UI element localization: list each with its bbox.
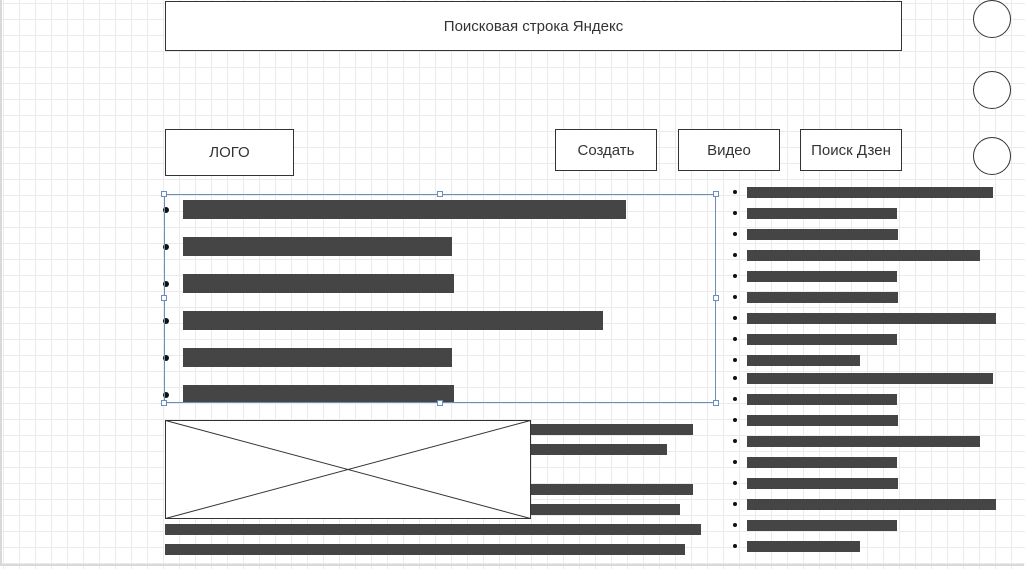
resize-handle[interactable]	[437, 191, 443, 197]
list-bullet	[733, 253, 737, 257]
search-bar[interactable]: Поисковая строка Яндекс	[165, 1, 902, 51]
text-line-placeholder	[747, 415, 898, 426]
text-line-placeholder	[747, 313, 996, 324]
text-line-placeholder	[531, 504, 680, 515]
text-line-placeholder	[747, 208, 897, 219]
text-line-placeholder	[747, 355, 860, 366]
circle-icon[interactable]	[973, 71, 1011, 109]
list-bullet	[733, 337, 737, 341]
list-bullet	[733, 397, 737, 401]
list-bullet	[733, 358, 737, 362]
text-line-placeholder	[747, 250, 980, 261]
resize-handle[interactable]	[713, 295, 719, 301]
list-bullet	[733, 274, 737, 278]
logo-label: ЛОГО	[209, 144, 250, 161]
resize-handle[interactable]	[713, 400, 719, 406]
list-bullet	[733, 316, 737, 320]
resize-handle[interactable]	[161, 295, 167, 301]
text-line-placeholder	[747, 520, 897, 531]
list-bullet	[733, 295, 737, 299]
resize-handle[interactable]	[161, 191, 167, 197]
image-placeholder-icon	[165, 420, 531, 519]
resize-handle[interactable]	[161, 400, 167, 406]
logo-box: ЛОГО	[165, 129, 294, 176]
text-line-placeholder	[165, 544, 685, 555]
list-bullet	[733, 418, 737, 422]
list-bullet	[733, 376, 737, 380]
text-line-placeholder	[747, 373, 993, 384]
text-line-placeholder	[747, 187, 993, 198]
video-button[interactable]: Видео	[678, 129, 780, 171]
text-line-placeholder	[747, 292, 898, 303]
create-button-label: Создать	[577, 141, 635, 159]
text-line-placeholder	[165, 524, 701, 535]
selection-outline[interactable]	[164, 194, 716, 403]
text-line-placeholder	[747, 334, 897, 345]
text-line-placeholder	[531, 484, 693, 495]
text-line-placeholder	[747, 541, 860, 552]
text-line-placeholder	[747, 271, 897, 282]
list-bullet	[733, 460, 737, 464]
create-button[interactable]: Создать	[555, 129, 657, 171]
resize-handle[interactable]	[437, 400, 443, 406]
text-line-placeholder	[531, 444, 667, 455]
circle-icon[interactable]	[973, 0, 1011, 38]
list-bullet	[733, 523, 737, 527]
list-bullet	[733, 481, 737, 485]
zen-search-button[interactable]: Поиск Дзен	[800, 129, 902, 171]
list-bullet	[733, 544, 737, 548]
text-line-placeholder	[747, 394, 897, 405]
list-bullet	[733, 502, 737, 506]
text-line-placeholder	[747, 229, 898, 240]
text-line-placeholder	[747, 457, 897, 468]
circle-icon[interactable]	[973, 137, 1011, 175]
resize-handle[interactable]	[713, 191, 719, 197]
text-line-placeholder	[531, 424, 693, 435]
list-bullet	[733, 439, 737, 443]
text-line-placeholder	[747, 478, 898, 489]
list-bullet	[733, 232, 737, 236]
zen-search-button-label: Поиск Дзен	[811, 141, 891, 159]
video-button-label: Видео	[707, 141, 751, 159]
list-bullet	[733, 211, 737, 215]
list-bullet	[733, 190, 737, 194]
text-line-placeholder	[747, 436, 980, 447]
search-bar-label: Поисковая строка Яндекс	[443, 17, 624, 35]
text-line-placeholder	[747, 499, 996, 510]
